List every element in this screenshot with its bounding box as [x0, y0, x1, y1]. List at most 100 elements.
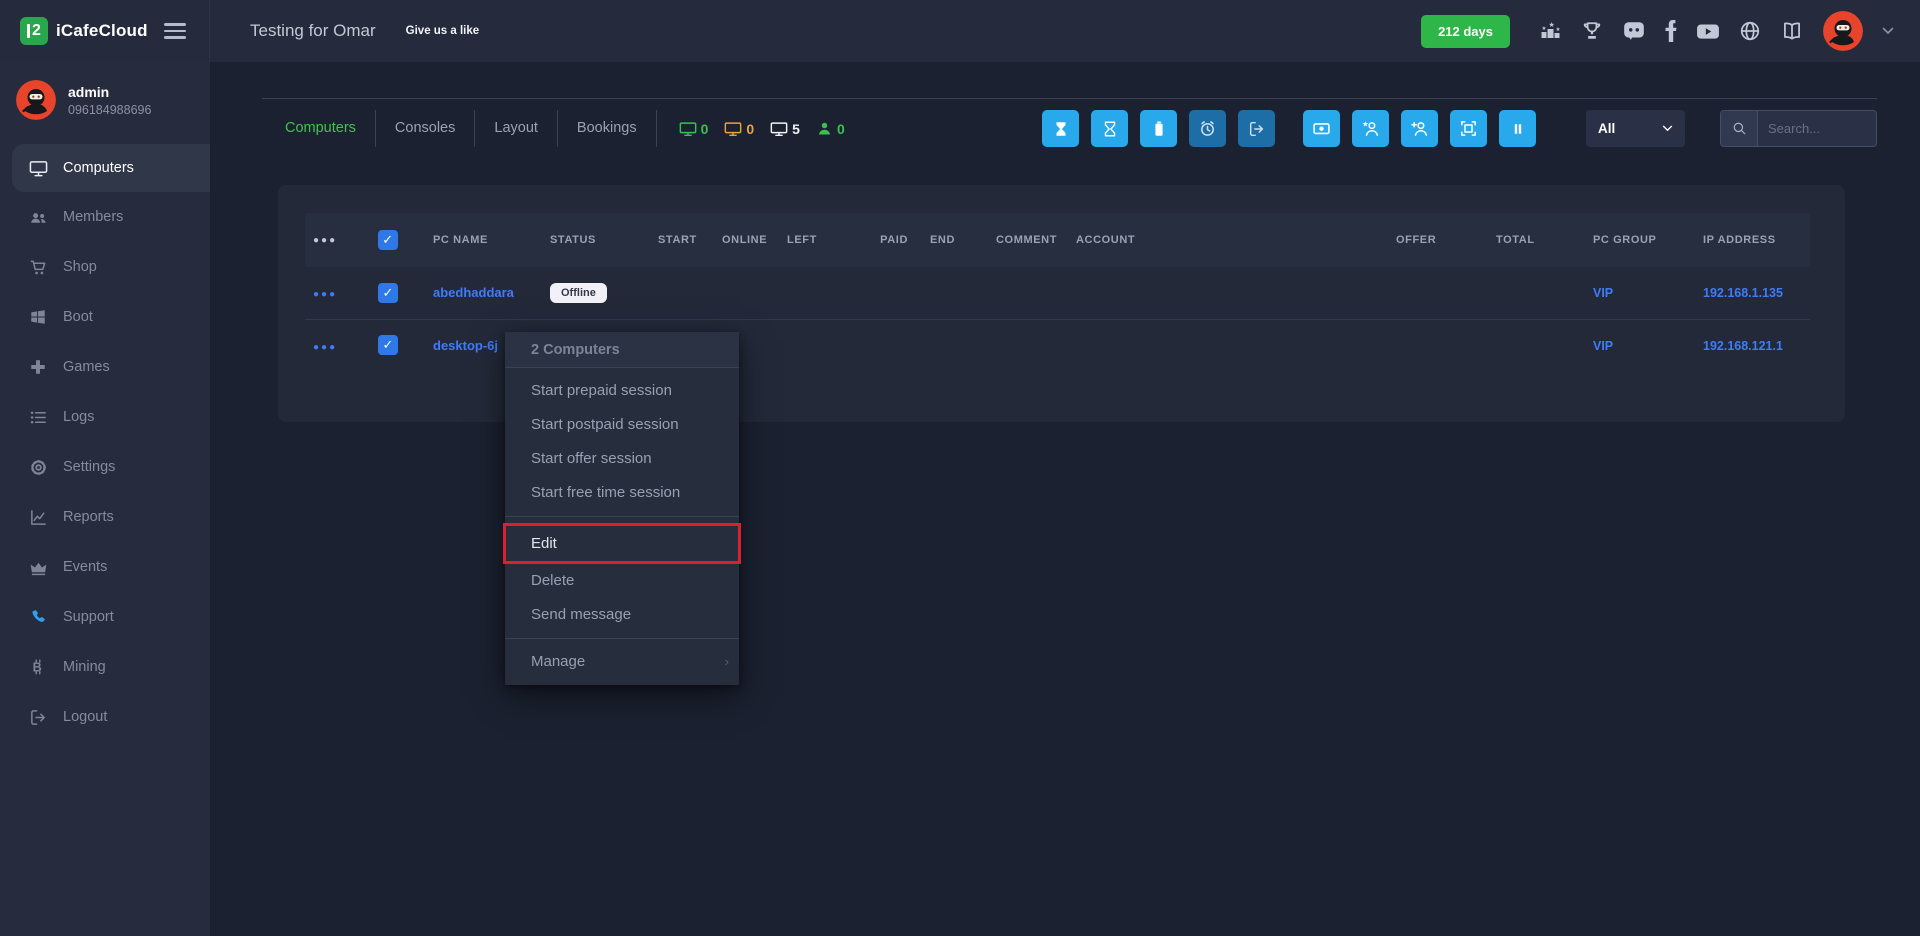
svg-text:★: ★ [1556, 27, 1561, 33]
ip-address-link[interactable]: 192.168.1.135 [1703, 286, 1783, 300]
cell-total [1488, 267, 1585, 319]
gamepad-icon [28, 358, 48, 376]
sidebar-item-label: Mining [63, 659, 106, 675]
menu-item-edit[interactable]: Edit [503, 523, 741, 564]
cell-offer [1388, 319, 1488, 371]
sidebar-item-shop[interactable]: Shop [0, 242, 210, 292]
sidebar-item-label: Logout [63, 709, 107, 725]
main-content: Computers Consoles Layout Bookings 0 0 5… [210, 62, 1920, 936]
svg-text:★: ★ [1549, 21, 1555, 29]
screenshot-button[interactable] [1450, 110, 1487, 147]
sidebar-item-settings[interactable]: Settings [0, 442, 210, 492]
hourglass-filled-icon [1052, 120, 1070, 138]
chart-icon [28, 508, 48, 527]
user-star-icon: ★ [1361, 119, 1380, 138]
hamburger-menu-icon[interactable] [164, 19, 186, 43]
col-pc-name: PC NAME [425, 213, 542, 267]
pc-name-link[interactable]: desktop-6j [433, 338, 498, 353]
youtube-icon[interactable] [1696, 21, 1720, 41]
cell-account [1068, 267, 1388, 319]
give-us-a-like-link[interactable]: Give us a like [406, 25, 480, 37]
cell-online [714, 267, 779, 319]
sidebar-item-reports[interactable]: Reports [0, 492, 210, 542]
pc-group-link[interactable]: VIP [1593, 339, 1613, 353]
header-actions-ellipsis-icon[interactable]: ●●● [313, 235, 337, 246]
chevron-down-icon[interactable] [1882, 27, 1894, 35]
assign-member-button[interactable]: ★ [1352, 110, 1389, 147]
sidebar-item-computers[interactable]: Computers [12, 144, 210, 192]
trophy-icon[interactable] [1581, 20, 1603, 42]
search-input[interactable] [1758, 111, 1876, 146]
tab-computers[interactable]: Computers [285, 110, 376, 147]
crown-icon [28, 559, 48, 576]
add-member-button[interactable] [1401, 110, 1438, 147]
sidebar-item-games[interactable]: Games [0, 342, 210, 392]
sidebar-item-label: Shop [63, 259, 97, 275]
col-paid: PAID [844, 213, 916, 267]
col-left: LEFT [779, 213, 844, 267]
manual-book-icon[interactable] [1780, 20, 1804, 42]
sidebar-item-logout[interactable]: Logout [0, 692, 210, 742]
cash-icon [1312, 119, 1331, 138]
cell-left [779, 267, 844, 319]
pc-group-link[interactable]: VIP [1593, 286, 1613, 300]
row-actions-ellipsis-icon[interactable]: ●●● [313, 342, 337, 353]
sidebar-item-members[interactable]: Members [0, 192, 210, 242]
pc-name-link[interactable]: abedhaddara [433, 285, 514, 300]
sidebar-item-label: Events [63, 559, 107, 575]
cell-offer [1388, 267, 1488, 319]
tab-layout[interactable]: Layout [475, 110, 558, 147]
chevron-right-icon: › [725, 645, 729, 679]
gear-icon [28, 458, 48, 477]
context-menu-action-group: Edit Delete Send message [505, 516, 739, 638]
sidebar-item-mining[interactable]: B Mining [0, 642, 210, 692]
pause-button[interactable] [1499, 110, 1536, 147]
filter-select[interactable]: All [1586, 110, 1685, 147]
alarm-button[interactable] [1189, 110, 1226, 147]
sign-out-session-button[interactable] [1238, 110, 1275, 147]
menu-item-delete[interactable]: Delete [505, 564, 739, 598]
start-postpaid-button[interactable] [1091, 110, 1128, 147]
sidebar-item-label: Boot [63, 309, 93, 325]
row-checkbox[interactable]: ✓ [378, 335, 398, 355]
sidebar-item-logs[interactable]: Logs [0, 392, 210, 442]
row-checkbox[interactable]: ✓ [378, 283, 398, 303]
context-menu-session-group: Start prepaid session Start postpaid ses… [505, 368, 739, 516]
tab-consoles[interactable]: Consoles [376, 110, 475, 147]
menu-item-start-prepaid-session[interactable]: Start prepaid session [505, 374, 739, 408]
ip-address-link[interactable]: 192.168.121.1 [1703, 339, 1783, 353]
menu-item-send-message[interactable]: Send message [505, 598, 739, 632]
facebook-icon[interactable] [1665, 20, 1677, 42]
sidebar-item-boot[interactable]: Boot [0, 292, 210, 342]
menu-item-manage[interactable]: Manage › [505, 645, 739, 679]
start-prepaid-button[interactable] [1042, 110, 1079, 147]
members-icon [28, 208, 48, 227]
user-avatar[interactable] [1823, 11, 1863, 51]
cell-total [1488, 319, 1585, 371]
sidebar-item-support[interactable]: Support [0, 592, 210, 642]
menu-item-start-postpaid-session[interactable]: Start postpaid session [505, 408, 739, 442]
cell-left [779, 319, 844, 371]
battery-button[interactable] [1140, 110, 1177, 147]
cell-end [916, 267, 988, 319]
row-actions-ellipsis-icon[interactable]: ●●● [313, 289, 337, 300]
counter-in-use: 0 [679, 120, 709, 138]
search-icon[interactable] [1721, 111, 1758, 146]
icafecloud-logo-icon[interactable]: 2 [20, 17, 48, 45]
sidebar-user-avatar[interactable] [16, 80, 56, 120]
days-remaining-button[interactable]: 212 days [1421, 15, 1510, 48]
globe-icon[interactable] [1739, 20, 1761, 42]
menu-item-start-free-time-session[interactable]: Start free time session [505, 476, 739, 510]
toolbar: Computers Consoles Layout Bookings 0 0 5… [262, 98, 1877, 147]
menu-item-start-offer-session[interactable]: Start offer session [505, 442, 739, 476]
ranking-podium-icon[interactable]: ★★★ [1539, 20, 1562, 42]
sidebar-item-events[interactable]: Events [0, 542, 210, 592]
discord-icon[interactable] [1622, 20, 1646, 42]
header-select-all-checkbox[interactable]: ✓ [378, 230, 398, 250]
context-menu: 2 Computers Start prepaid session Start … [505, 332, 739, 685]
cafe-title: Testing for Omar [250, 21, 376, 41]
col-ip-address: IP ADDRESS [1695, 213, 1810, 267]
col-account: ACCOUNT [1068, 213, 1388, 267]
cash-payment-button[interactable] [1303, 110, 1340, 147]
tab-bookings[interactable]: Bookings [558, 110, 657, 147]
